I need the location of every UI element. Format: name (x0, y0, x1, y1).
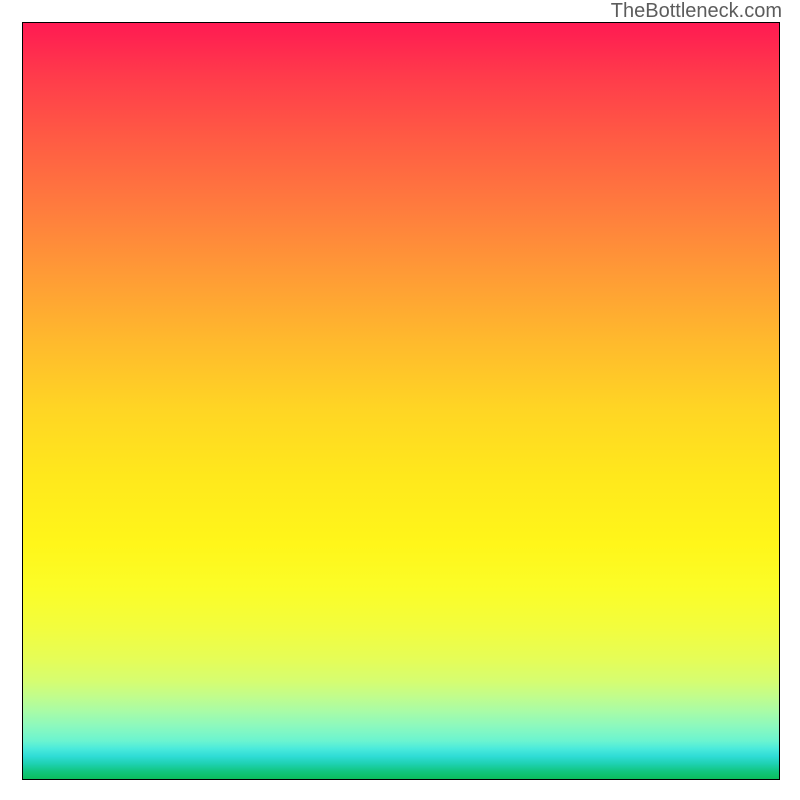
chart-container: TheBottleneck.com (0, 0, 800, 800)
heatmap-gradient-bg (23, 23, 779, 779)
plot-area (22, 22, 780, 780)
watermark-text: TheBottleneck.com (611, 0, 782, 23)
